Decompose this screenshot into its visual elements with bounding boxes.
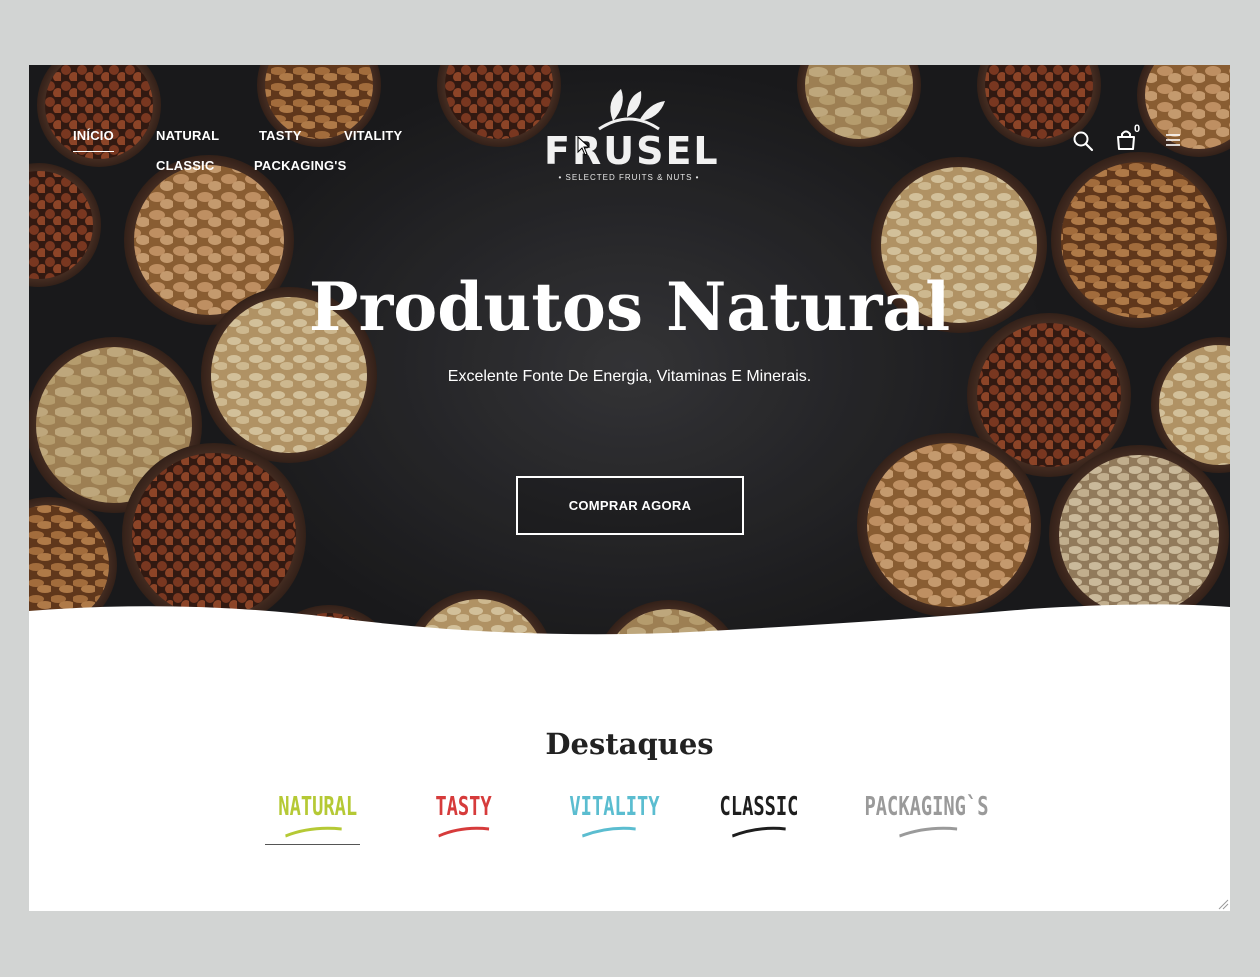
nav-item-inicio[interactable]: INÍCIO <box>73 128 114 152</box>
resize-grip-icon[interactable] <box>1217 898 1229 910</box>
tab-classic[interactable]: CLASSIC <box>719 790 798 850</box>
logo-wordmark: FRUSEL <box>544 129 720 173</box>
site-logo[interactable]: FRUSEL • SELECTED FRUITS & NUTS • <box>544 85 720 185</box>
nav-item-packagings[interactable]: PACKAGING'S <box>254 158 346 173</box>
tab-tasty-label: TASTY <box>435 792 492 822</box>
brush-underline-icon <box>732 826 786 838</box>
mouse-cursor-icon <box>577 136 591 156</box>
tab-packagings[interactable]: PACKAGING`S <box>856 790 996 850</box>
nav-item-tasty[interactable]: TASTY <box>259 128 302 143</box>
hero-subtitle: Excelente Fonte De Energia, Vitaminas E … <box>447 368 812 385</box>
hero-banner: INÍCIO NATURAL TASTY VITALITY CLASSIC PA… <box>29 65 1230 650</box>
highlights-title: Destaques <box>545 727 714 761</box>
nav-item-natural[interactable]: NATURAL <box>156 128 219 143</box>
search-icon[interactable] <box>1072 130 1094 152</box>
tab-classic-label: CLASSIC <box>719 792 799 822</box>
wave-divider <box>29 604 1230 650</box>
browser-viewport: INÍCIO NATURAL TASTY VITALITY CLASSIC PA… <box>29 65 1230 911</box>
buy-now-button[interactable]: COMPRAR AGORA <box>516 476 744 535</box>
hero-title: Produtos Natural <box>308 268 951 346</box>
tab-tasty[interactable]: TASTY <box>433 790 494 850</box>
tab-natural-label: NATURAL <box>278 792 358 822</box>
brush-underline-icon <box>582 826 636 838</box>
active-tab-indicator <box>265 844 360 845</box>
logo-tagline: • SELECTED FRUITS & NUTS • <box>558 173 700 182</box>
tab-packagings-label: PACKAGING`S <box>864 792 989 822</box>
menu-icon[interactable] <box>1165 133 1181 147</box>
nav-item-classic[interactable]: CLASSIC <box>156 158 214 173</box>
nav-item-vitality[interactable]: VITALITY <box>344 128 402 143</box>
brush-underline-icon <box>899 826 958 838</box>
tab-vitality-label: VITALITY <box>569 792 660 822</box>
tab-natural[interactable]: NATURAL <box>278 790 358 850</box>
brush-underline-icon <box>438 826 490 838</box>
brush-underline-icon <box>285 826 342 838</box>
tab-vitality[interactable]: VITALITY <box>569 790 660 850</box>
cart-count-badge: 0 <box>1134 123 1141 135</box>
leaves-logo-icon <box>598 89 665 131</box>
